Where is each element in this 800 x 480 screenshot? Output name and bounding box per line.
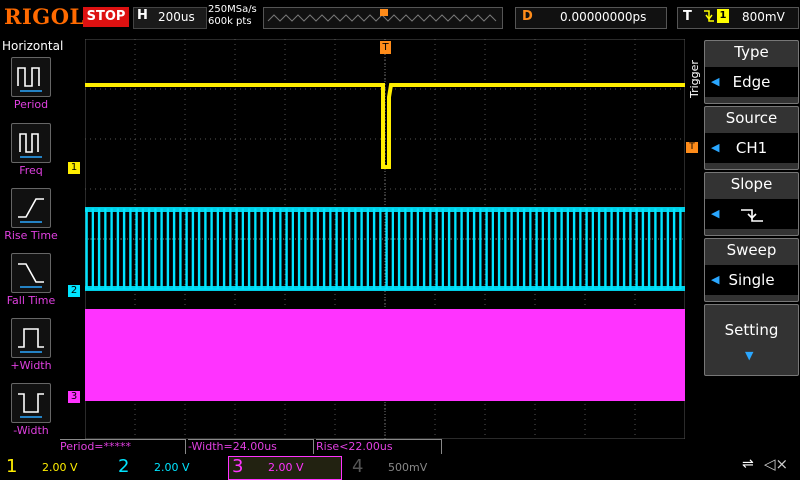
trigger-level-marker[interactable]: T (686, 142, 698, 153)
memory-position-bar[interactable] (263, 7, 503, 29)
timebase-value: 200us (158, 10, 195, 24)
channel-scale: 2.00 V (268, 461, 304, 474)
ch3-marker[interactable]: 3 (68, 391, 80, 403)
trigger-position-marker (380, 9, 388, 16)
acquisition-info: 250MSa/s 600k pts (208, 4, 257, 28)
softkey-title: Slope (730, 175, 773, 193)
falling-edge-icon (703, 8, 715, 28)
left-panel-title: Horizontal (2, 39, 64, 53)
trigger-setting-softkey[interactable]: Setting ▼ (704, 304, 799, 376)
brand-logo: RIGOL (4, 4, 85, 29)
submenu-arrow-icon: ▼ (745, 349, 754, 362)
measure-label: Freq (19, 164, 43, 177)
measure-positive-width-button[interactable] (11, 318, 51, 358)
waveform-display[interactable] (85, 39, 685, 439)
ch2-marker[interactable]: 2 (68, 285, 80, 297)
trigger-type-softkey[interactable]: Type Edge ◀ (704, 40, 799, 104)
softkey-title: Sweep (726, 241, 777, 259)
sample-rate: 250MSa/s (208, 4, 257, 15)
trigger-level-value: 800mV (742, 10, 785, 24)
falling-slope-icon (740, 208, 763, 222)
fall-time-icon (18, 263, 44, 288)
measure-label: Period (13, 98, 49, 111)
rise-time-icon (18, 198, 44, 223)
trigger-slope-softkey[interactable]: Slope ◀ (704, 172, 799, 236)
run-stop-status[interactable]: STOP (83, 7, 129, 27)
cycle-option-icon: ◀ (711, 273, 720, 286)
measure-label: +Width (10, 359, 52, 372)
channel-scale: 2.00 V (154, 461, 190, 474)
measure-fall-time-button[interactable] (11, 253, 51, 293)
trigger-menu-tab: Trigger (688, 60, 701, 98)
softkey-title: Type (734, 43, 769, 61)
channel-number: 2 (118, 456, 130, 477)
channel-scale: 2.00 V (42, 461, 78, 474)
frequency-icon (19, 133, 42, 158)
timebase-label: H (137, 8, 148, 23)
negative-width-icon (18, 393, 44, 418)
ch1-marker[interactable]: 1 (68, 162, 80, 174)
softkey-title: Source (725, 109, 778, 127)
measure-label: Fall Time (6, 294, 56, 307)
usb-icon: ⇌ (742, 456, 754, 472)
trigger-source-softkey[interactable]: Source CH1 ◀ (704, 106, 799, 170)
delay-value: 0.00000000ps (560, 10, 647, 24)
channel-number: 4 (352, 456, 364, 477)
memory-depth: 600k pts (208, 16, 252, 27)
trigger-label: T (683, 9, 692, 24)
period-icon (17, 67, 42, 92)
sound-muted-icon[interactable]: ◁× (764, 455, 788, 473)
measure-rise-time-button[interactable] (11, 188, 51, 228)
cycle-option-icon: ◀ (711, 75, 720, 88)
measure-label: Rise Time (4, 229, 58, 242)
channel-number: 1 (6, 456, 18, 477)
cycle-option-icon: ◀ (711, 141, 720, 154)
measure-period-button[interactable] (11, 57, 51, 97)
measure-label: -Width (13, 424, 49, 437)
trigger-sweep-softkey[interactable]: Sweep Single ◀ (704, 238, 799, 302)
cycle-option-icon: ◀ (711, 207, 720, 220)
positive-width-icon (18, 328, 44, 353)
channel-number: 3 (232, 456, 244, 477)
delay-label: D (522, 9, 533, 24)
measure-negative-width-button[interactable] (11, 383, 51, 423)
channel-scale: 500mV (388, 461, 428, 474)
softkey-title: Setting (724, 321, 779, 339)
memory-waveform-preview (267, 9, 497, 22)
trigger-channel-badge: 1 (717, 9, 729, 23)
trigger-time-marker[interactable]: T (380, 41, 391, 54)
measure-frequency-button[interactable] (11, 123, 51, 163)
